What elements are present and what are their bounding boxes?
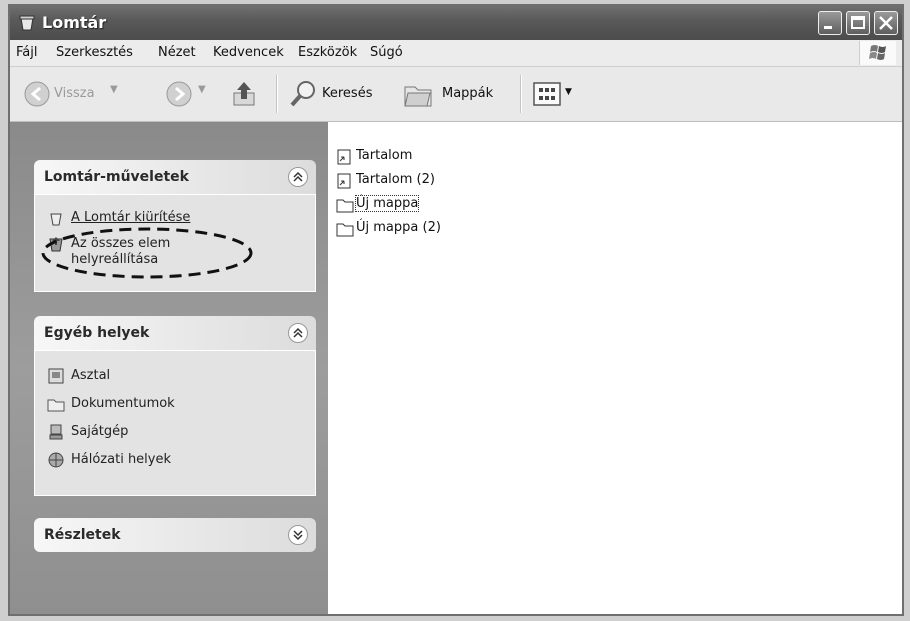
file-name: Új mappa [354, 195, 420, 212]
menu-favorites[interactable]: Kedvencek [213, 45, 284, 60]
forward-button[interactable]: ▼ [166, 81, 216, 109]
folders-label: Mappák [442, 86, 494, 101]
back-dropdown-icon[interactable]: ▼ [110, 84, 118, 95]
maximize-button[interactable] [846, 11, 870, 35]
folders-button[interactable]: Mappák [402, 79, 514, 111]
menu-bar: Fájl Szerkesztés Nézet Kedvencek Eszközö… [10, 40, 902, 67]
task-label: A Lomtár kiürítése [71, 210, 191, 225]
back-arrow-icon [24, 81, 50, 107]
file-name: Tartalom (2) [356, 172, 435, 187]
back-label: Vissza [54, 86, 95, 101]
menu-tools[interactable]: Eszközök [298, 45, 357, 60]
toolbar-separator [276, 75, 278, 113]
folder-icon [336, 199, 354, 213]
title-bar[interactable]: Lomtár [10, 6, 902, 40]
documents-folder-icon [47, 399, 65, 412]
search-icon [290, 81, 315, 107]
computer-icon [49, 424, 63, 440]
other-places-body: Asztal Dokumentumok Sajátgép Hálózati he… [34, 350, 316, 496]
menu-help[interactable]: Súgó [370, 45, 403, 60]
network-places-icon [48, 452, 64, 468]
search-label: Keresés [322, 86, 373, 101]
toolbar-separator [520, 75, 522, 113]
forward-dropdown-icon[interactable]: ▼ [198, 84, 206, 95]
window-title: Lomtár [42, 13, 107, 32]
back-button[interactable]: Vissza ▼ [24, 81, 124, 109]
file-name: Tartalom [356, 148, 413, 163]
panel-title: Részletek [44, 527, 121, 543]
task-label: Asztal [71, 368, 111, 383]
recycle-bin-tasks-header[interactable]: Lomtár-műveletek [34, 160, 316, 194]
dashed-highlight-ellipse [41, 227, 253, 279]
task-label: Hálózati helyek [71, 452, 172, 467]
collapse-chevron-icon[interactable] [288, 167, 308, 187]
panel-title: Egyéb helyek [44, 325, 150, 341]
up-folder-button[interactable] [230, 79, 270, 111]
desktop-icon [48, 368, 64, 384]
views-dropdown-icon: ▼ [565, 87, 572, 97]
folders-icon [404, 86, 432, 107]
shortcut-file-icon [337, 149, 351, 165]
details-header[interactable]: Részletek [34, 518, 316, 552]
search-button[interactable]: Keresés [288, 79, 398, 111]
toolbar: Vissza ▼ ▼ Keresés Mappák ▼ [10, 67, 902, 122]
collapse-chevron-icon[interactable] [288, 323, 308, 343]
other-places-header[interactable]: Egyéb helyek [34, 316, 316, 350]
recycle-bin-window: Lomtár Fájl Szerkesztés Nézet Kedvencek … [8, 4, 904, 616]
close-button[interactable] [874, 11, 898, 35]
file-name: Új mappa (2) [356, 220, 441, 235]
shortcut-file-icon [337, 173, 351, 189]
menu-file[interactable]: Fájl [16, 45, 37, 60]
windows-logo [859, 41, 896, 65]
views-grid-icon [533, 82, 561, 106]
recycle-bin-icon [19, 15, 35, 31]
task-label: Sajátgép [71, 424, 129, 439]
recycle-bin-tasks-body: A Lomtár kiürítése Az összes elem helyre… [34, 194, 316, 292]
panel-title: Lomtár-műveletek [44, 169, 189, 185]
task-pane: Lomtár-műveletek A Lomtár kiürítése Az ö… [10, 122, 328, 614]
menu-view[interactable]: Nézet [158, 45, 196, 60]
minimize-button[interactable] [818, 11, 842, 35]
menu-edit[interactable]: Szerkesztés [56, 45, 133, 60]
folder-icon [336, 223, 354, 237]
file-list: Tartalom Tartalom (2) Új mappa Új mappa … [328, 122, 902, 614]
expand-chevron-icon[interactable] [288, 525, 308, 545]
views-button[interactable]: ▼ [532, 79, 578, 111]
task-label: Dokumentumok [71, 396, 175, 411]
up-folder-icon [233, 82, 255, 106]
forward-arrow-icon [166, 81, 192, 107]
